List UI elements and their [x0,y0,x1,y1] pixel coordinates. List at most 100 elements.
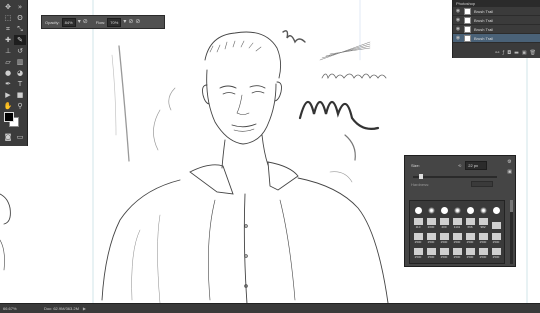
brush-tip-shape [465,233,475,240]
pen-tool-icon[interactable]: ✒ [2,79,14,89]
brush-tip[interactable] [425,203,437,214]
dodge-tool-icon[interactable]: ◕ [14,68,26,78]
type-tool-icon[interactable]: T [14,79,26,89]
new-layer-icon[interactable]: ▣ [522,50,527,56]
new-preset-icon[interactable]: ▣ [507,169,512,175]
brush-tip-shape [491,248,501,255]
delete-layer-icon[interactable]: 🗑 [530,50,536,56]
brush-tip[interactable]: 2500 [451,233,463,244]
brush-tip-shape [426,248,436,255]
eyedropper-tool-icon[interactable]: ⤡ [14,24,26,34]
size-slider[interactable] [413,174,497,179]
link-layers-icon[interactable]: ⚯ [495,50,499,56]
brush-tip-shape [439,233,449,240]
brush-tip[interactable]: 2500 [438,248,450,259]
layers-panel: Photoshop ◉ Brush Trail ◉ Brush Trail ◉ … [452,0,540,58]
brush-tip[interactable]: 2500 [412,233,424,244]
brush-tip[interactable]: 2500 [477,233,489,244]
collapse-icon[interactable]: » [14,2,26,12]
visibility-eye-icon[interactable]: ◉ [455,8,461,14]
brush-tip[interactable]: 200 [438,218,450,229]
brush-tip[interactable]: 2500 [438,233,450,244]
brush-panel-icons: ⚙ ▣ [507,159,512,175]
flow-label: Flow: [95,19,106,25]
layer-row[interactable]: ◉ Brush Trail [453,16,540,25]
layer-row[interactable]: ◉ Brush Trail [453,25,540,34]
visibility-eye-icon[interactable]: ◉ [455,35,461,41]
brush-tip-shape [427,207,435,214]
brush-tip[interactable]: 2500 [477,248,489,259]
pressure-size-icon[interactable]: ⊘ [135,19,140,25]
brush-tip[interactable]: 2500 [464,248,476,259]
brush-tip-shape [439,248,449,255]
eraser-tool-icon[interactable]: ▱ [2,57,14,67]
hand-tool-icon[interactable]: ✋ [2,101,14,111]
layer-mask-icon[interactable]: ◘ [507,50,511,56]
gradient-tool-icon[interactable]: ▥ [14,57,26,67]
zoom-tool-icon[interactable]: ⚲ [14,101,26,111]
layer-style-icon[interactable]: ƒ [502,50,504,56]
brush-grid-scrollbar[interactable] [510,200,513,264]
size-slider-knob[interactable] [419,174,423,179]
brush-tip[interactable]: 2500 [490,248,502,259]
layer-row[interactable]: ◉ Brush Trail [453,7,540,16]
brush-tip[interactable] [464,203,476,214]
opacity-dropdown-icon[interactable]: ▾ [78,19,81,25]
screen-mode-icon[interactable]: ▭ [14,132,26,142]
foreground-color-swatch[interactable] [4,112,14,122]
brush-tip[interactable] [438,203,450,214]
brush-tip[interactable]: 2500 [464,233,476,244]
size-input[interactable]: 22 px [465,161,488,170]
pressure-opacity-icon[interactable]: ⊘ [83,19,88,25]
brush-tip-shape [465,218,475,225]
layer-row-selected[interactable]: ◉ Brush Trail [453,34,540,43]
status-menu-arrow-icon[interactable]: ▶ [79,306,86,311]
brush-tip[interactable]: 2500 [490,233,502,244]
layer-thumbnail [464,25,471,33]
brush-tip[interactable]: 2500 [412,248,424,259]
hardness-slider[interactable] [471,181,493,187]
brush-tip[interactable] [477,203,489,214]
zoom-level[interactable]: 66.67% [0,306,40,311]
brush-tip[interactable]: 2500 [425,248,437,259]
marquee-tool-icon[interactable]: ⬚ [2,13,14,23]
brush-tip[interactable]: 110 [412,218,424,229]
reset-size-icon[interactable]: ⟲ [458,163,461,168]
path-select-icon[interactable]: ▶ [2,90,14,100]
brush-tip[interactable]: 2500 [451,248,463,259]
opacity-input[interactable]: 84% [61,17,76,27]
brush-tool-icon[interactable]: ✎ [14,35,26,45]
gear-icon[interactable]: ⚙ [507,159,512,165]
brush-tip[interactable]: 1141 [451,218,463,229]
healing-tool-icon[interactable]: ✚ [2,35,14,45]
brush-tip-shape [426,233,436,240]
brush-tip[interactable]: 982 [477,218,489,229]
brush-tip-shape [453,207,461,214]
move-tool-icon[interactable]: ✥ [2,2,14,12]
layer-name: Brush Trail [474,8,494,14]
airbrush-icon[interactable]: ⊘ [128,19,133,25]
crop-tool-icon[interactable]: ⌗ [2,24,14,34]
history-brush-icon[interactable]: ↺ [14,46,26,56]
brush-tip-size: 2500 [427,255,435,259]
blur-tool-icon[interactable]: ● [2,68,14,78]
stamp-tool-icon[interactable]: ⊥ [2,46,14,56]
brush-tip[interactable] [490,203,502,214]
flow-dropdown-icon[interactable]: ▾ [123,19,126,25]
brush-tip[interactable]: 666 [464,218,476,229]
flow-input[interactable]: 70% [107,17,122,27]
brush-tip[interactable] [451,203,463,214]
quick-mask-icon[interactable]: ◙ [2,132,14,142]
brush-tip[interactable] [412,203,424,214]
brush-tip[interactable] [490,218,502,229]
brush-tip[interactable]: 2000 [425,218,437,229]
lasso-tool-icon[interactable]: ʘ [14,13,26,23]
visibility-eye-icon[interactable]: ◉ [455,17,461,23]
shape-tool-icon[interactable]: ■ [14,90,26,100]
scrollbar-thumb[interactable] [510,200,513,212]
brush-tip-size: 982 [480,225,486,229]
brush-tip[interactable]: 2500 [425,233,437,244]
new-group-icon[interactable]: ▬ [514,50,519,56]
brush-tip-shape [439,218,449,225]
visibility-eye-icon[interactable]: ◉ [455,26,461,32]
